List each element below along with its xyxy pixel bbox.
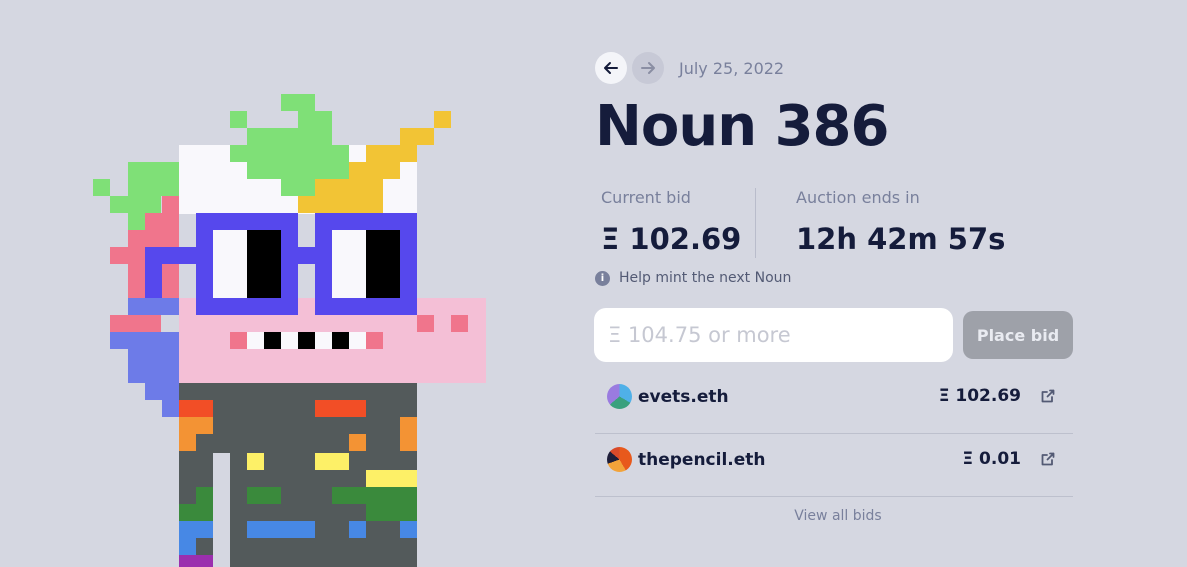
external-link-icon[interactable] [1040, 388, 1056, 404]
auction-ends-label: Auction ends in [796, 188, 920, 207]
stats-divider [755, 188, 756, 258]
auction-navigation: July 25, 2022 [595, 52, 784, 84]
info-icon: i [595, 270, 610, 286]
bidder-name: thepencil.eth [638, 449, 766, 470]
next-auction-button[interactable] [632, 52, 664, 84]
bidder[interactable]: thepencil.eth [607, 447, 766, 472]
place-bid-button[interactable]: Place bid [963, 311, 1073, 359]
auction-countdown: 12h 42m 57s [796, 222, 1006, 256]
bid-history-row: evets.eth Ξ 102.69 [595, 372, 1073, 434]
bidder-name: evets.eth [638, 386, 729, 407]
current-bid-label: Current bid [601, 188, 691, 207]
noun-title: Noun 386 [595, 94, 889, 159]
bidder[interactable]: evets.eth [607, 384, 729, 409]
avatar [607, 447, 632, 472]
auction-date: July 25, 2022 [679, 58, 785, 78]
arrow-right-icon [641, 62, 655, 74]
current-bid-value: Ξ 102.69 [601, 222, 742, 256]
avatar [607, 384, 632, 409]
help-mint-text: Help mint the next Noun [619, 270, 792, 286]
bid-amount: Ξ 0.01 [962, 449, 1021, 469]
bid-amount-input[interactable] [594, 308, 953, 362]
help-mint-link[interactable]: i Help mint the next Noun [595, 270, 791, 286]
bid-history-row: thepencil.eth Ξ 0.01 [595, 435, 1073, 497]
arrow-left-icon [604, 62, 618, 74]
noun-image [93, 94, 486, 567]
previous-auction-button[interactable] [595, 52, 627, 84]
bid-amount: Ξ 102.69 [938, 386, 1021, 406]
view-all-bids-link[interactable]: View all bids [595, 508, 1081, 524]
external-link-icon[interactable] [1040, 451, 1056, 467]
